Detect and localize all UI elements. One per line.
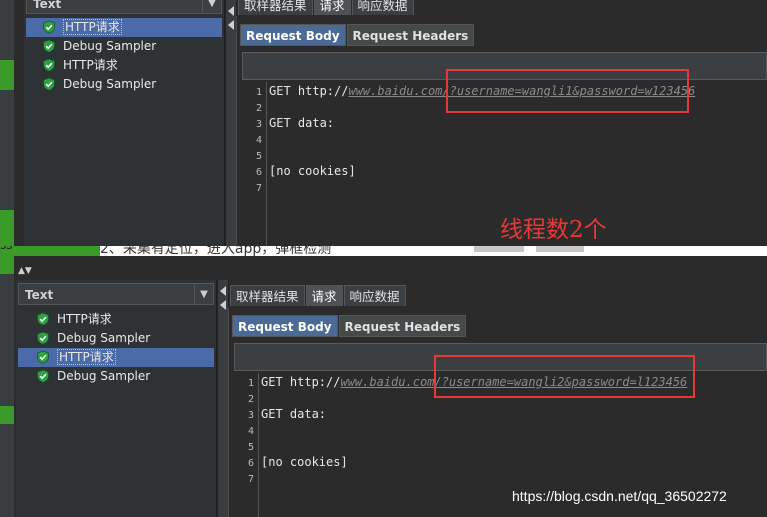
tab-response-data[interactable]: 响应数据 xyxy=(351,0,414,15)
watermark: https://blog.csdn.net/qq_36502272 xyxy=(512,488,727,504)
line-number: 3 xyxy=(255,119,262,130)
tab-request-body[interactable]: Request Body xyxy=(232,315,338,337)
cookies-line: [no cookies] xyxy=(261,455,348,469)
results-tree: Text ▼ HTTP请求 Debug Sampler HTTP请求 Debug… xyxy=(24,0,225,246)
expand-collapse-icon[interactable]: ▲▼ xyxy=(18,266,32,276)
strip-label: ss xyxy=(0,246,13,252)
tree-item-label: Debug Sampler xyxy=(63,39,157,53)
cookies-line: [no cookies] xyxy=(269,164,356,178)
renderer-combo[interactable]: Text ▼ xyxy=(26,0,222,14)
line-number: 2 xyxy=(247,394,254,405)
collapse-left-icon[interactable] xyxy=(228,6,234,16)
renderer-combo[interactable]: Text ▼ xyxy=(18,283,214,305)
tree-item[interactable]: Debug Sampler xyxy=(26,37,222,56)
tree-item-label: HTTP请求 xyxy=(57,312,112,326)
result-tabs: 取样器结果 请求 响应数据 xyxy=(238,0,415,16)
shield-check-icon xyxy=(43,39,55,53)
scroll-stub xyxy=(474,246,524,252)
tree-item[interactable]: HTTP请求 xyxy=(26,18,222,37)
tree-item-label: Debug Sampler xyxy=(57,331,151,345)
line-number: 5 xyxy=(255,151,262,162)
chevron-down-icon[interactable]: ▼ xyxy=(202,0,221,13)
left-gutter xyxy=(0,256,14,517)
chevron-down-icon[interactable]: ▼ xyxy=(194,284,213,304)
line-number: 1 xyxy=(247,378,254,389)
gutter-marker xyxy=(0,60,14,90)
line-number: 6 xyxy=(255,167,262,178)
renderer-combo-value: Text xyxy=(33,0,62,11)
line-number: 2 xyxy=(255,103,262,114)
shield-check-icon xyxy=(43,20,55,34)
top-screenshot: Text ▼ HTTP请求 Debug Sampler HTTP请求 Debug… xyxy=(0,0,767,246)
shield-check-icon xyxy=(37,369,49,383)
line-number: 7 xyxy=(247,474,254,485)
gutter-marker xyxy=(0,256,14,274)
tree-item-label: HTTP请求 xyxy=(63,58,118,72)
request-data-label: GET data: xyxy=(261,407,327,421)
tree-item[interactable]: HTTP请求 xyxy=(18,310,214,329)
green-strip xyxy=(0,246,100,256)
tree-item-label: HTTP请求 xyxy=(63,19,122,35)
request-subtabs: Request Body Request Headers xyxy=(240,24,475,46)
renderer-combo-value: Text xyxy=(25,288,54,302)
tree-item-label: HTTP请求 xyxy=(57,349,116,365)
line-number: 7 xyxy=(255,183,262,194)
highlight-box xyxy=(446,69,689,113)
tab-sampler-result[interactable]: 取样器结果 xyxy=(230,285,305,306)
tree-item[interactable]: HTTP请求 xyxy=(18,348,214,367)
gutter-marker xyxy=(0,210,14,246)
tab-request-headers[interactable]: Request Headers xyxy=(338,315,467,337)
tree-item-label: Debug Sampler xyxy=(57,369,151,383)
line-number: 4 xyxy=(255,135,262,146)
tree-item-label: Debug Sampler xyxy=(63,77,157,91)
between-strip: ss 2、采集有定位，进入app，弹框检测 xyxy=(0,246,767,256)
tab-response-data[interactable]: 响应数据 xyxy=(343,285,406,306)
tree-item[interactable]: Debug Sampler xyxy=(26,75,222,94)
line-number: 5 xyxy=(247,442,254,453)
shield-check-icon xyxy=(37,312,49,326)
annotation-text: 线程数2个 xyxy=(500,217,607,243)
request-subtabs: Request Body Request Headers xyxy=(232,315,467,337)
result-tabs: 取样器结果 请求 响应数据 xyxy=(230,285,407,307)
highlight-box xyxy=(434,355,695,398)
tab-request-headers[interactable]: Request Headers xyxy=(346,24,475,46)
request-data-label: GET data: xyxy=(269,116,335,130)
tree-item[interactable]: HTTP请求 xyxy=(26,56,222,75)
bottom-screenshot: ▲▼ Text ▼ HTTP请求 Debug Sampler HTTP请求 De… xyxy=(0,256,767,517)
line-number: 4 xyxy=(247,426,254,437)
collapse-left-icon[interactable] xyxy=(220,300,226,310)
line-number: 3 xyxy=(247,410,254,421)
line-number: 6 xyxy=(247,458,254,469)
gutter-marker xyxy=(0,406,14,424)
tab-request-body[interactable]: Request Body xyxy=(240,24,346,46)
shield-check-icon xyxy=(37,331,49,345)
tab-request[interactable]: 请求 xyxy=(305,285,343,306)
results-tree: Text ▼ HTTP请求 Debug Sampler HTTP请求 Debug… xyxy=(16,280,217,517)
tab-sampler-result[interactable]: 取样器结果 xyxy=(238,0,313,15)
tree-item[interactable]: Debug Sampler xyxy=(18,329,214,348)
tab-request[interactable]: 请求 xyxy=(313,0,351,15)
collapse-left-icon[interactable] xyxy=(220,286,226,296)
shield-check-icon xyxy=(37,350,49,364)
collapse-left-icon[interactable] xyxy=(228,20,234,30)
shield-check-icon xyxy=(43,77,55,91)
tree-item[interactable]: Debug Sampler xyxy=(18,367,214,386)
scroll-stub xyxy=(536,246,584,252)
shield-check-icon xyxy=(43,58,55,72)
line-number: 1 xyxy=(255,87,262,98)
step-text: 2、采集有定位，进入app，弹框检测 xyxy=(100,246,332,256)
